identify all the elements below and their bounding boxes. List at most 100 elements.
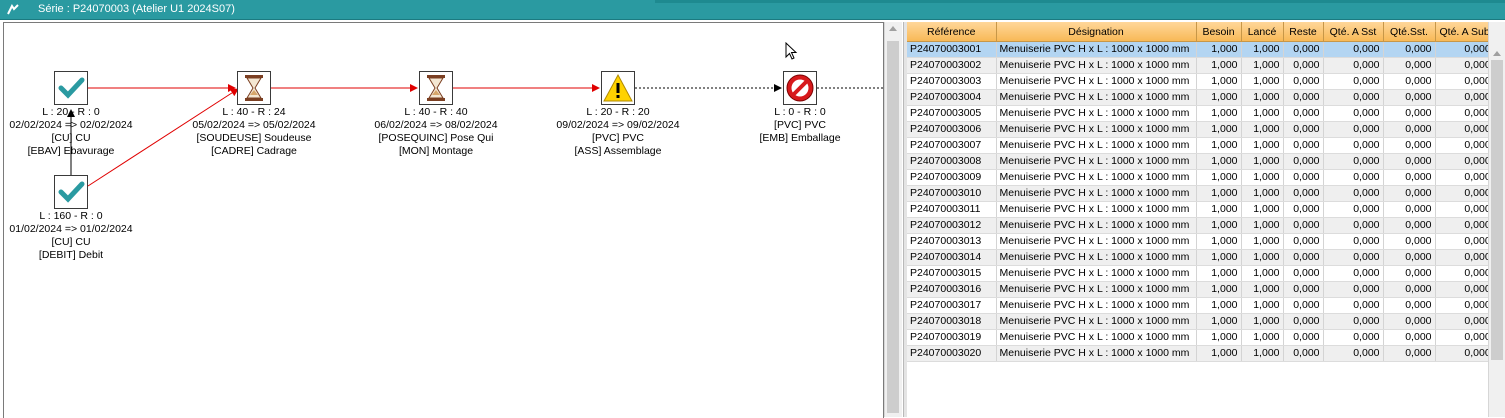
node-cadre[interactable] (237, 71, 271, 105)
col-header-reste[interactable]: Reste (1283, 22, 1324, 42)
table-row[interactable]: P24070003009 Menuiserie PVC H x L : 1000 … (907, 169, 1495, 186)
table-cell: 0,000 (1323, 313, 1384, 330)
node-operation: [ASS] Assemblage (574, 145, 662, 157)
table-cell: P24070003009 (907, 169, 997, 186)
table-row[interactable]: P24070003012 Menuiserie PVC H x L : 1000 … (907, 217, 1495, 234)
table-cell: 0,000 (1435, 105, 1495, 122)
table-row[interactable]: P24070003001 Menuiserie PVC H x L : 1000 … (907, 41, 1495, 58)
table-cell: P24070003015 (907, 265, 997, 282)
table-row[interactable]: P24070003018 Menuiserie PVC H x L : 1000 … (907, 313, 1495, 330)
node-resource: [CU] CU (51, 132, 91, 144)
table-scroll-thumb[interactable] (1491, 60, 1503, 360)
table-cell: Menuiserie PVC H x L : 1000 x 1000 mm (996, 185, 1197, 202)
table-cell: 1,000 (1196, 201, 1242, 218)
mouse-cursor-icon (785, 42, 798, 60)
graph-scroll-thumb[interactable] (887, 41, 899, 413)
table-row[interactable]: P24070003013 Menuiserie PVC H x L : 1000 … (907, 233, 1495, 250)
table-cell: 0,000 (1323, 249, 1384, 266)
table-cell: 0,000 (1435, 121, 1495, 138)
col-header-reference[interactable]: Référence (907, 22, 997, 42)
table-cell: P24070003016 (907, 281, 997, 298)
routing-graph[interactable]: L : 20 - R : 0 02/02/2024 => 02/02/2024 … (3, 22, 884, 418)
table-cell: 0,000 (1283, 153, 1324, 170)
node-ass[interactable] (601, 71, 635, 105)
table-cell: Menuiserie PVC H x L : 1000 x 1000 mm (996, 41, 1197, 58)
table-row[interactable]: P24070003006 Menuiserie PVC H x L : 1000 … (907, 121, 1495, 138)
table-cell: 0,000 (1435, 73, 1495, 90)
table-cell: 0,000 (1435, 297, 1495, 314)
table-cell: 1,000 (1196, 233, 1242, 250)
table-cell: P24070003014 (907, 249, 997, 266)
table-cell: 1,000 (1241, 265, 1284, 282)
col-header-qte-a-sub[interactable]: Qté. A Sub (1435, 22, 1495, 42)
table-cell: 1,000 (1196, 41, 1242, 58)
table-row[interactable]: P24070003014 Menuiserie PVC H x L : 1000 … (907, 249, 1495, 266)
table-cell: 0,000 (1283, 217, 1324, 234)
scroll-up-arrow-icon[interactable] (1493, 51, 1501, 56)
table-cell: Menuiserie PVC H x L : 1000 x 1000 mm (996, 329, 1197, 346)
table-cell: 1,000 (1196, 137, 1242, 154)
node-dates: 01/02/2024 => 01/02/2024 (9, 223, 133, 235)
table-cell: 0,000 (1323, 281, 1384, 298)
table-cell: 1,000 (1241, 217, 1284, 234)
node-mon-label: L : 40 - R : 40 06/02/2024 => 08/02/2024… (336, 106, 536, 158)
table-row[interactable]: P24070003019 Menuiserie PVC H x L : 1000 … (907, 329, 1495, 346)
table-cell: 0,000 (1383, 313, 1436, 330)
table-body: P24070003001 Menuiserie PVC H x L : 1000 … (907, 41, 1495, 362)
table-cell: 0,000 (1283, 73, 1324, 90)
table-cell: 0,000 (1323, 41, 1384, 58)
node-mon[interactable] (419, 71, 453, 105)
table-cell: Menuiserie PVC H x L : 1000 x 1000 mm (996, 169, 1197, 186)
table-cell: 1,000 (1196, 153, 1242, 170)
title-bar-accent (655, 0, 1505, 3)
node-ass-label: L : 20 - R : 20 09/02/2024 => 09/02/2024… (518, 106, 718, 158)
table-cell: Menuiserie PVC H x L : 1000 x 1000 mm (996, 281, 1197, 298)
table-cell: 0,000 (1323, 105, 1384, 122)
scroll-up-arrow-icon[interactable] (889, 26, 897, 31)
graph-scrollbar[interactable] (884, 22, 902, 417)
title-bar: Série : P24070003 (Atelier U1 2024S07) (0, 0, 1505, 20)
node-emb-label: L : 0 - R : 0 [PVC] PVC [EMB] Emballage (700, 106, 883, 145)
table-row[interactable]: P24070003017 Menuiserie PVC H x L : 1000 … (907, 297, 1495, 314)
table-row[interactable]: P24070003011 Menuiserie PVC H x L : 1000 … (907, 201, 1495, 218)
warning-icon (603, 73, 633, 102)
table-cell: 1,000 (1196, 185, 1242, 202)
node-debit[interactable] (54, 175, 88, 209)
table-cell: 0,000 (1323, 265, 1384, 282)
table-cell: 1,000 (1241, 73, 1284, 90)
col-header-designation[interactable]: Désignation (996, 22, 1197, 42)
col-header-qte-a-sst[interactable]: Qté. A Sst (1323, 22, 1384, 42)
table-row[interactable]: P24070003004 Menuiserie PVC H x L : 1000 … (907, 89, 1495, 106)
table-cell: 0,000 (1383, 265, 1436, 282)
node-lr: L : 40 - R : 40 (404, 106, 468, 118)
table-row[interactable]: P24070003015 Menuiserie PVC H x L : 1000 … (907, 265, 1495, 282)
table-row[interactable]: P24070003002 Menuiserie PVC H x L : 1000 … (907, 57, 1495, 74)
node-debit-label: L : 160 - R : 0 01/02/2024 => 01/02/2024… (4, 210, 171, 262)
table-cell: P24070003002 (907, 57, 997, 74)
col-header-qte-sst[interactable]: Qté.Sst. (1383, 22, 1436, 42)
table-cell: 1,000 (1241, 313, 1284, 330)
table-cell: 0,000 (1435, 201, 1495, 218)
table-cell: 0,000 (1323, 233, 1384, 250)
table-cell: Menuiserie PVC H x L : 1000 x 1000 mm (996, 249, 1197, 266)
table-row[interactable]: P24070003016 Menuiserie PVC H x L : 1000 … (907, 281, 1495, 298)
node-emb[interactable] (783, 71, 817, 105)
table-cell: 0,000 (1323, 169, 1384, 186)
table-scrollbar[interactable] (1488, 22, 1505, 417)
table-row[interactable]: P24070003020 Menuiserie PVC H x L : 1000 … (907, 345, 1495, 362)
table-cell: Menuiserie PVC H x L : 1000 x 1000 mm (996, 73, 1197, 90)
table-row[interactable]: P24070003007 Menuiserie PVC H x L : 1000 … (907, 137, 1495, 154)
node-dates: 06/02/2024 => 08/02/2024 (374, 119, 498, 131)
table-row[interactable]: P24070003005 Menuiserie PVC H x L : 1000 … (907, 105, 1495, 122)
node-dates: 05/02/2024 => 05/02/2024 (192, 119, 316, 131)
table-row[interactable]: P24070003003 Menuiserie PVC H x L : 1000 … (907, 73, 1495, 90)
table-row[interactable]: P24070003010 Menuiserie PVC H x L : 1000 … (907, 185, 1495, 202)
col-header-besoin[interactable]: Besoin (1196, 22, 1242, 42)
table-cell: 0,000 (1283, 297, 1324, 314)
table-cell: 0,000 (1383, 153, 1436, 170)
table-row[interactable]: P24070003008 Menuiserie PVC H x L : 1000 … (907, 153, 1495, 170)
table-cell: 0,000 (1283, 345, 1324, 362)
node-ebav[interactable] (54, 71, 88, 105)
table-cell: 0,000 (1435, 249, 1495, 266)
col-header-lance[interactable]: Lancé (1241, 22, 1284, 42)
